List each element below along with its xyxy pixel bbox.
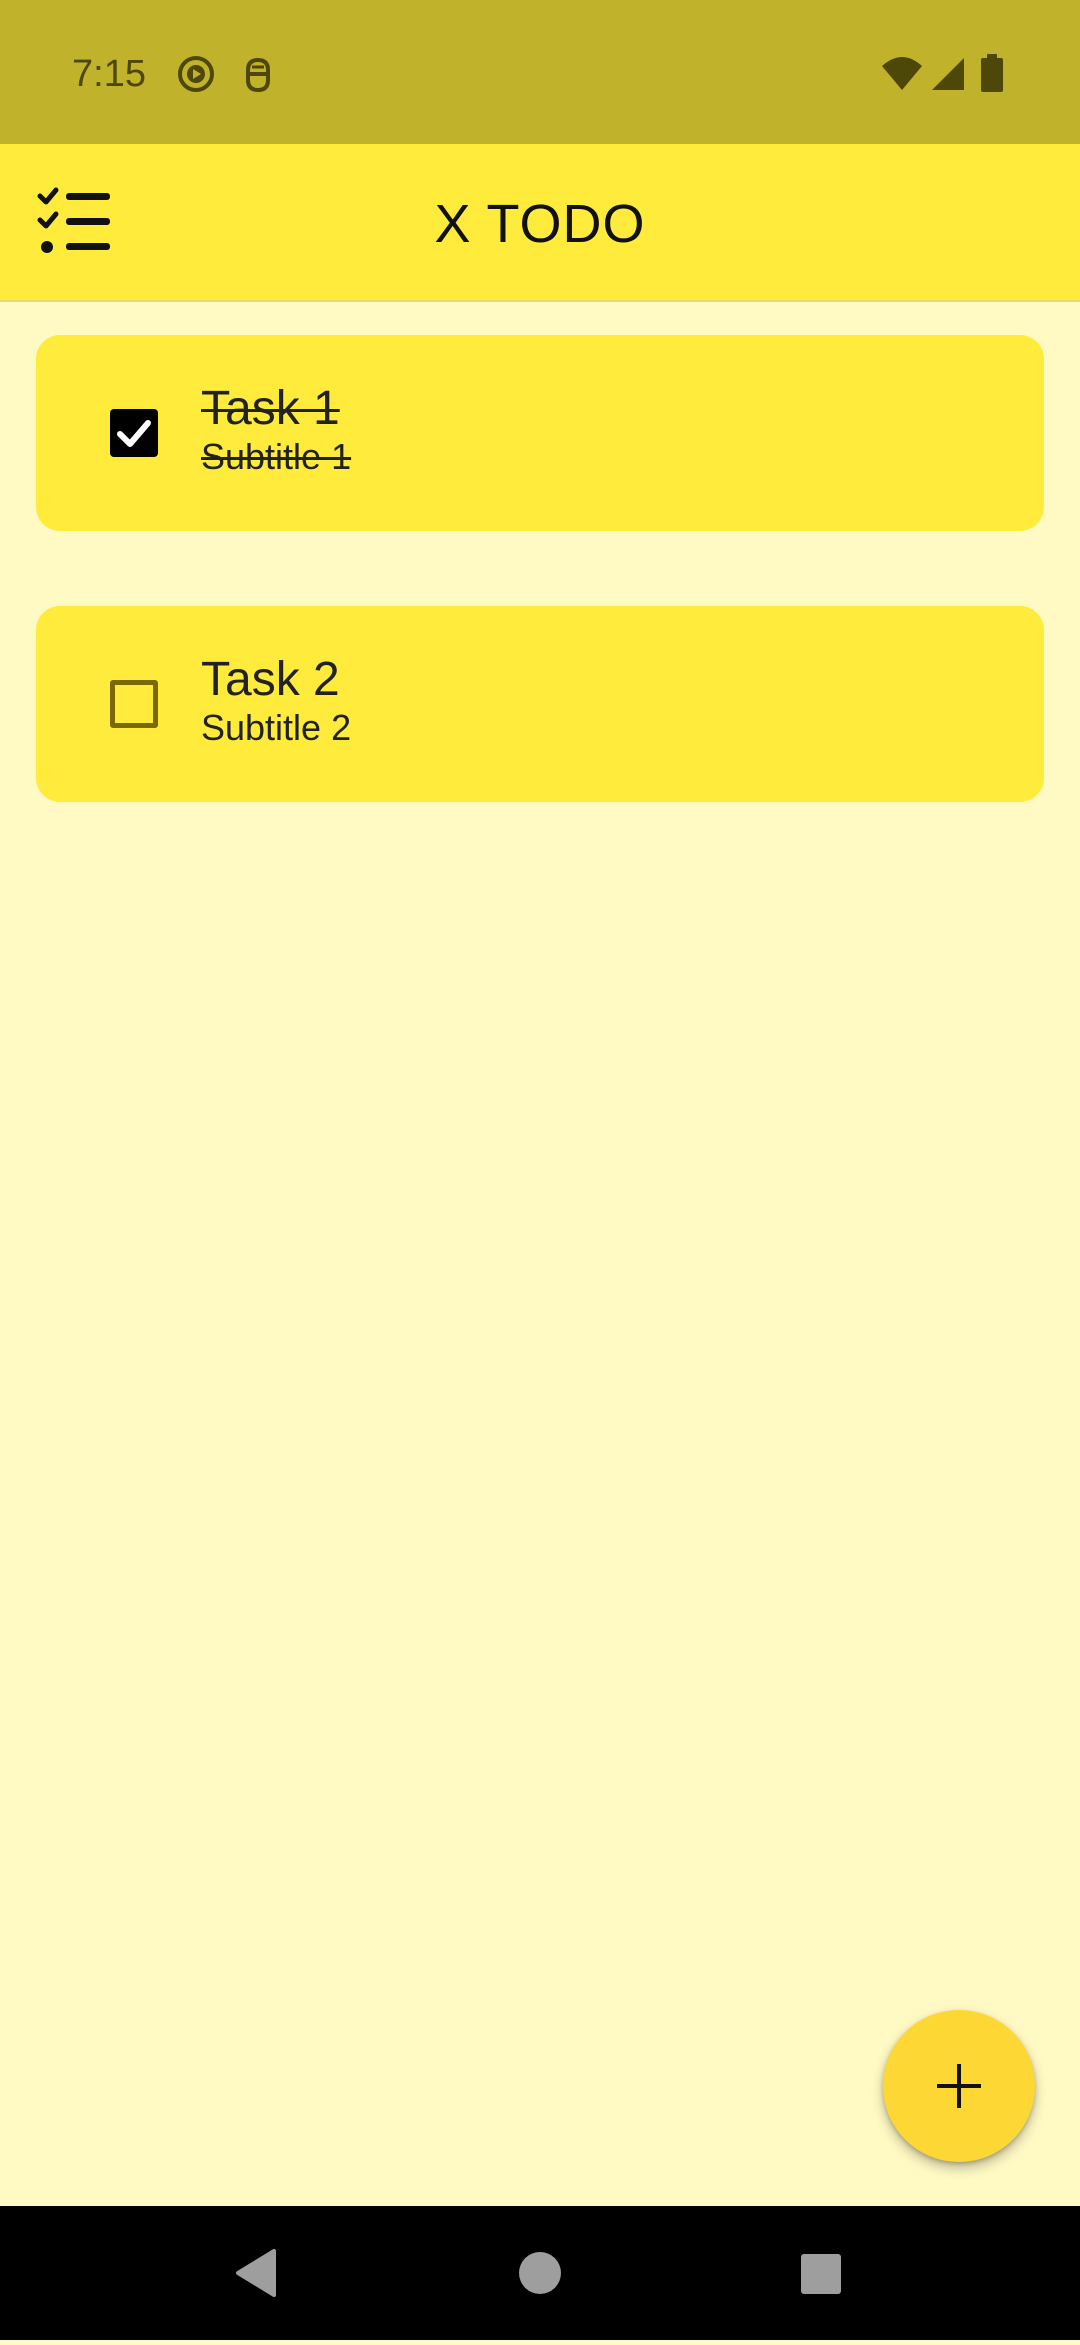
back-icon[interactable]	[190, 2206, 324, 2340]
check-icon	[117, 420, 151, 447]
task-checkbox-unchecked[interactable]	[110, 680, 158, 728]
app-title: X TODO	[434, 194, 646, 254]
status-time: 7:15	[72, 53, 146, 95]
task-subtitle: Subtitle 2	[201, 707, 352, 748]
task-card[interactable]: Task 1 Subtitle 1	[36, 335, 1044, 531]
plus-icon	[937, 2064, 981, 2108]
add-task-button[interactable]	[883, 2010, 1035, 2162]
task-title: Task 1	[201, 382, 340, 435]
signal-icon	[928, 54, 968, 94]
bug-icon	[238, 54, 278, 94]
app-bar: X TODO	[0, 144, 1080, 302]
home-icon[interactable]	[473, 2206, 607, 2340]
task-title: Task 2	[201, 653, 340, 706]
task-card[interactable]: Task 2 Subtitle 2	[36, 606, 1044, 802]
play-circle-icon	[176, 54, 216, 94]
recents-icon[interactable]	[753, 2206, 887, 2340]
status-bar: 7:15	[0, 0, 1080, 144]
navigation-bar	[0, 2206, 1080, 2340]
wifi-icon	[880, 54, 924, 94]
task-subtitle: Subtitle 1	[201, 436, 352, 477]
task-checkbox-checked[interactable]	[110, 409, 158, 457]
battery-icon	[980, 54, 1004, 94]
